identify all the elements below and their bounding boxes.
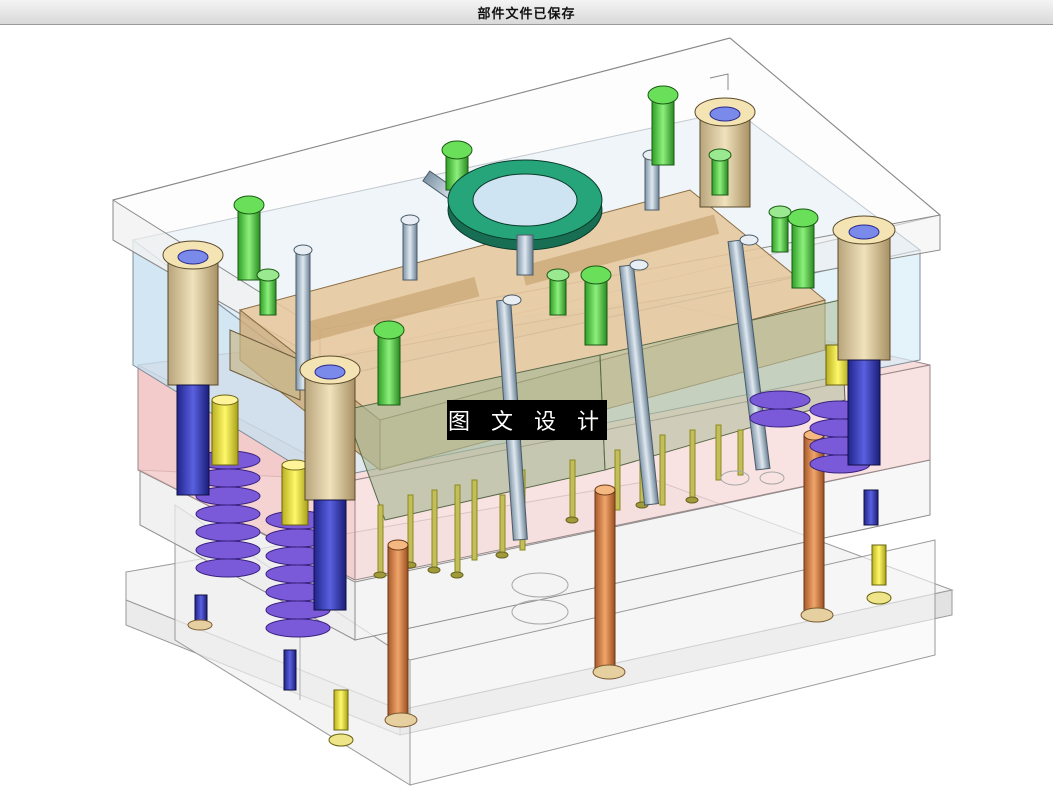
window-title: 部件文件已保存: [477, 6, 576, 22]
model-viewport[interactable]: 图 文 设 计: [0, 25, 1053, 791]
window-titlebar: 部件文件已保存: [0, 0, 1053, 25]
watermark-label: 图 文 设 计: [447, 400, 607, 440]
